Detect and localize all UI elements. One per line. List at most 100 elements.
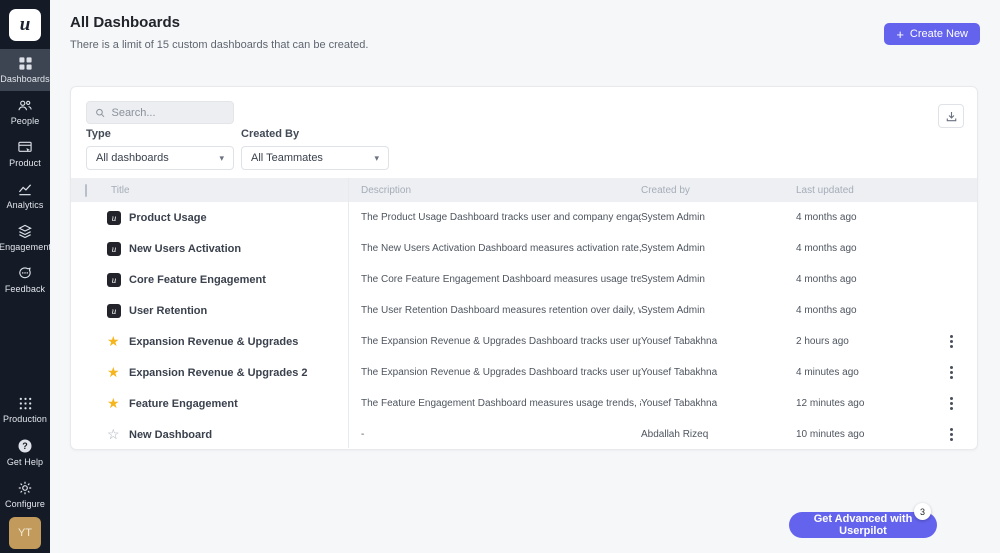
filter-type-label: Type xyxy=(86,128,234,140)
column-header-last-updated: Last updated xyxy=(796,185,926,196)
row-menu-icon[interactable] xyxy=(944,425,959,444)
created-by-dropdown-value: All Teammates xyxy=(251,152,323,164)
dashboard-last-updated: 4 months ago xyxy=(796,243,926,254)
dashboard-type-icon xyxy=(107,211,121,225)
dashboard-title: Core Feature Engagement xyxy=(129,274,361,286)
search-input[interactable] xyxy=(111,107,225,119)
dashboard-created-by: System Admin xyxy=(641,212,796,223)
chevron-down-icon: ▾ xyxy=(219,153,224,164)
sidebar-item-label: Production xyxy=(3,414,47,424)
logo-container: u xyxy=(0,0,50,49)
sidebar-item-people[interactable]: People xyxy=(0,91,50,133)
sidebar-item-engagement[interactable]: Engagement xyxy=(0,217,50,259)
column-header-description: Description xyxy=(361,185,641,196)
page-subtitle: There is a limit of 15 custom dashboards… xyxy=(70,39,368,51)
product-icon xyxy=(17,140,33,155)
row-menu-icon[interactable] xyxy=(944,394,959,413)
search-box xyxy=(86,101,234,124)
dashboard-description: The Expansion Revenue & Upgrades Dashboa… xyxy=(361,367,641,378)
dashboard-created-by: Yousef Tabakhna xyxy=(641,398,796,409)
create-new-label: Create New xyxy=(910,28,968,40)
table-row[interactable]: Expansion Revenue & Upgrades The Expansi… xyxy=(71,326,977,357)
dashboard-created-by: Yousef Tabakhna xyxy=(641,367,796,378)
cta-container: Get Advanced with Userpilot 3 xyxy=(789,503,937,539)
svg-text:?: ? xyxy=(22,441,28,451)
plus-icon: + xyxy=(896,28,904,41)
sidebar-item-feedback[interactable]: Feedback xyxy=(0,259,50,301)
dashboard-description: The Feature Engagement Dashboard measure… xyxy=(361,398,641,409)
sidebar-item-analytics[interactable]: Analytics xyxy=(0,175,50,217)
favorite-star-icon[interactable] xyxy=(107,364,129,381)
dashboard-last-updated: 4 months ago xyxy=(796,274,926,285)
dashboard-last-updated: 4 minutes ago xyxy=(796,367,926,378)
dashboard-last-updated: 4 months ago xyxy=(796,305,926,316)
table-row[interactable]: Product Usage The Product Usage Dashboar… xyxy=(71,202,977,233)
table-row[interactable]: Feature Engagement The Feature Engagemen… xyxy=(71,388,977,419)
row-menu-icon[interactable] xyxy=(944,363,959,382)
dashboard-title: Expansion Revenue & Upgrades xyxy=(129,336,361,348)
userpilot-logo[interactable]: u xyxy=(9,9,41,41)
sidebar-item-label: Get Help xyxy=(7,457,43,467)
sidebar-item-label: Dashboards xyxy=(0,74,50,84)
dashboard-created-by: Yousef Tabakhna xyxy=(641,336,796,347)
table-row[interactable]: New Dashboard - Abdallah Rizeq 10 minute… xyxy=(71,419,977,450)
sidebar-item-configure[interactable]: Configure xyxy=(0,473,50,515)
dashboard-title: Expansion Revenue & Upgrades 2 xyxy=(129,367,361,379)
dashboard-title: User Retention xyxy=(129,305,361,317)
sidebar-item-label: Engagement xyxy=(0,242,51,252)
dashboard-created-by: System Admin xyxy=(641,305,796,316)
sidebar-item-label: Configure xyxy=(5,499,45,509)
table-row[interactable]: Core Feature Engagement The Core Feature… xyxy=(71,264,977,295)
dashboard-description: The Expansion Revenue & Upgrades Dashboa… xyxy=(361,336,641,347)
filter-created-by: Created By All Teammates ▾ xyxy=(241,128,389,170)
table-row[interactable]: New Users Activation The New Users Activ… xyxy=(71,233,977,264)
select-all-checkbox[interactable] xyxy=(85,184,87,197)
production-grid-icon xyxy=(18,396,33,411)
favorite-star-icon[interactable] xyxy=(107,426,129,443)
type-dropdown-value: All dashboards xyxy=(96,152,169,164)
dashboard-description: - xyxy=(361,429,641,440)
type-dropdown[interactable]: All dashboards ▾ xyxy=(86,146,234,170)
export-download-button[interactable] xyxy=(938,104,964,128)
chevron-down-icon: ▾ xyxy=(374,153,379,164)
dashboard-title: Product Usage xyxy=(129,212,361,224)
sidebar: u Dashboards People xyxy=(0,0,50,553)
dashboard-description: The Core Feature Engagement Dashboard me… xyxy=(361,274,641,285)
app-screen: u Dashboards People xyxy=(0,0,1000,553)
sidebar-item-dashboards[interactable]: Dashboards xyxy=(0,49,50,91)
dashboard-created-by: System Admin xyxy=(641,243,796,254)
table-body: Product Usage The Product Usage Dashboar… xyxy=(71,202,977,450)
sidebar-item-label: Analytics xyxy=(7,200,44,210)
favorite-star-icon[interactable] xyxy=(107,395,129,412)
filter-type: Type All dashboards ▾ xyxy=(86,128,234,170)
column-header-created-by: Created by xyxy=(641,185,796,196)
favorite-star-icon[interactable] xyxy=(107,333,129,350)
row-menu-icon[interactable] xyxy=(944,332,959,351)
sidebar-item-production[interactable]: Production xyxy=(0,389,50,431)
create-new-button[interactable]: + Create New xyxy=(884,23,980,45)
dashboard-last-updated: 4 months ago xyxy=(796,212,926,223)
page-title: All Dashboards xyxy=(70,14,180,31)
dashboard-title: New Dashboard xyxy=(129,429,361,441)
dashboard-last-updated: 10 minutes ago xyxy=(796,429,926,440)
sidebar-item-product[interactable]: Product xyxy=(0,133,50,175)
dashboard-last-updated: 12 minutes ago xyxy=(796,398,926,409)
sidebar-item-label: Product xyxy=(9,158,41,168)
dashboard-description: The New Users Activation Dashboard measu… xyxy=(361,243,641,254)
feedback-icon xyxy=(17,266,33,281)
filter-created-by-label: Created By xyxy=(241,128,389,140)
analytics-icon xyxy=(17,182,33,197)
people-icon xyxy=(17,98,33,113)
created-by-dropdown[interactable]: All Teammates ▾ xyxy=(241,146,389,170)
sidebar-item-get-help[interactable]: ? Get Help xyxy=(0,431,50,473)
dashboard-created-by: System Admin xyxy=(641,274,796,285)
dashboard-description: The Product Usage Dashboard tracks user … xyxy=(361,212,641,223)
dashboard-created-by: Abdallah Rizeq xyxy=(641,429,796,440)
table-row[interactable]: Expansion Revenue & Upgrades 2 The Expan… xyxy=(71,357,977,388)
dashboard-description: The User Retention Dashboard measures re… xyxy=(361,305,641,316)
dashboard-type-icon xyxy=(107,304,121,318)
engagement-icon xyxy=(17,224,33,239)
dashboard-title: New Users Activation xyxy=(129,243,361,255)
user-avatar[interactable]: YT xyxy=(9,517,41,549)
table-row[interactable]: User Retention The User Retention Dashbo… xyxy=(71,295,977,326)
